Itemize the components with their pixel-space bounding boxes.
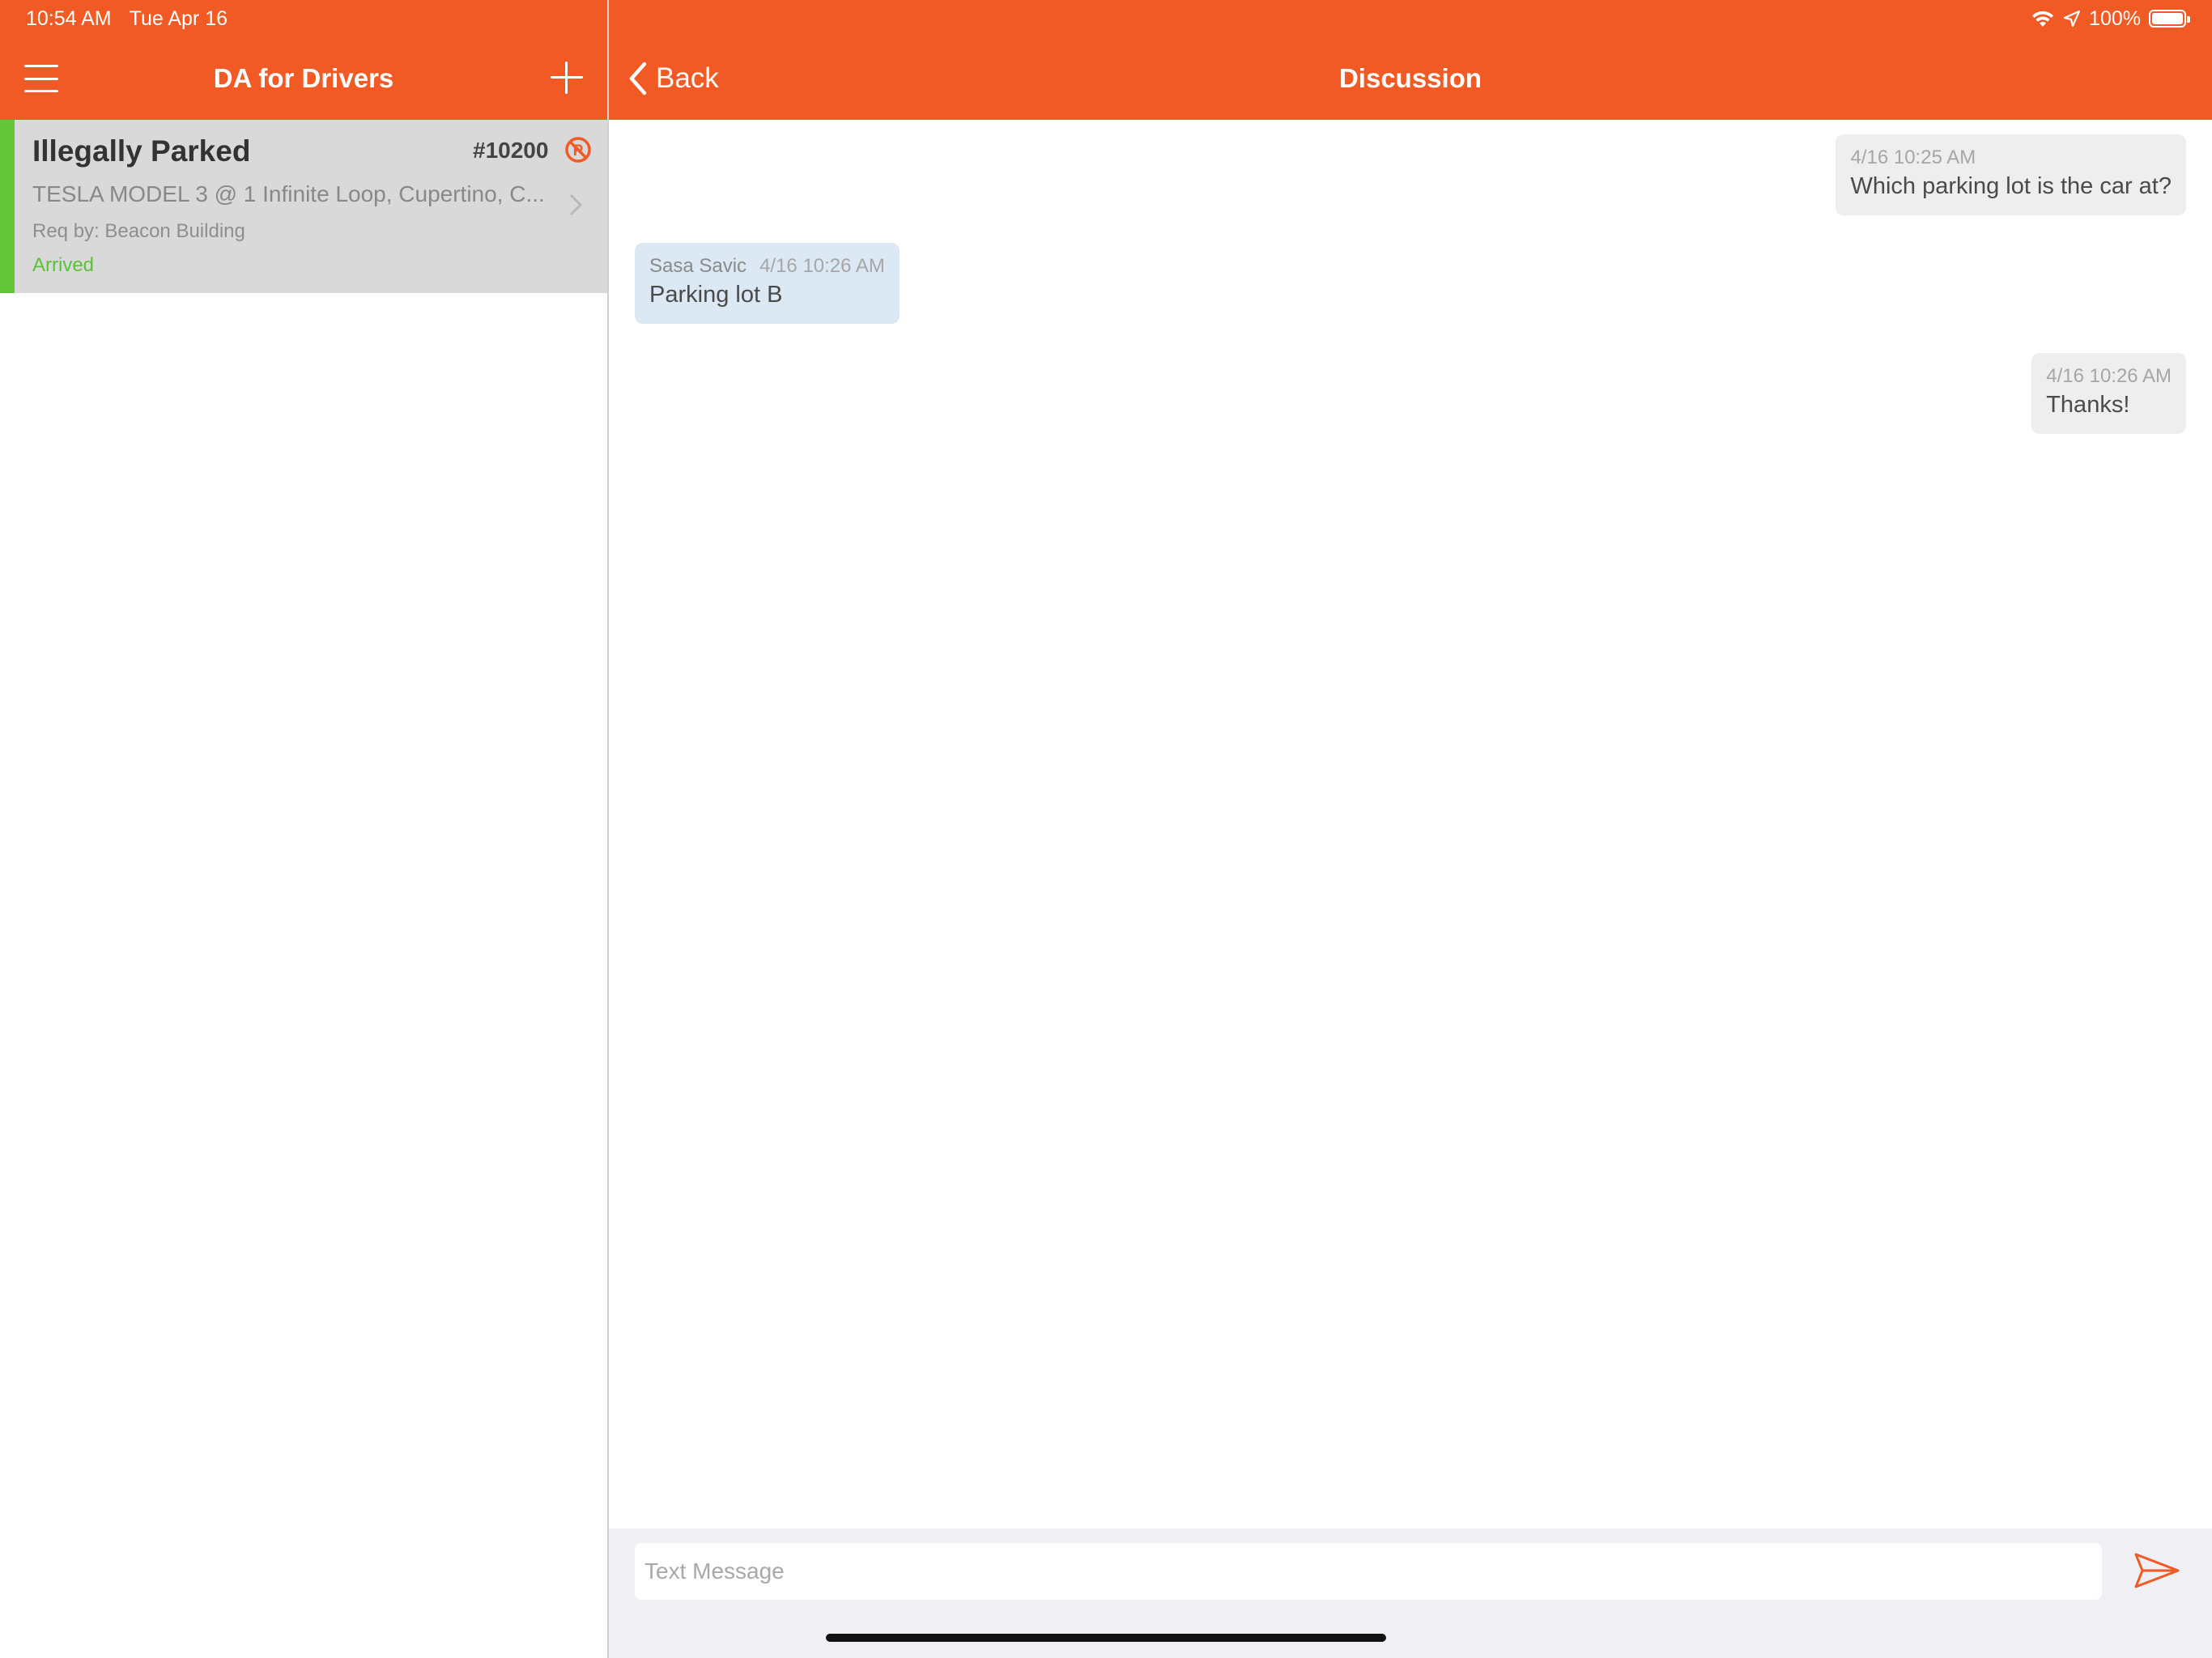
master-title: DA for Drivers xyxy=(213,63,394,93)
add-job-button[interactable] xyxy=(551,62,583,94)
message-meta: Sasa Savic 4/16 10:26 AM xyxy=(649,254,885,278)
status-bar-left: 10:54 AM Tue Apr 16 xyxy=(26,6,228,31)
job-title: Illegally Parked xyxy=(32,134,251,168)
battery-icon xyxy=(2149,10,2190,28)
job-description: TESLA MODEL 3 @ 1 Infinite Loop, Cuperti… xyxy=(32,181,545,206)
message-bubble-outgoing: 4/16 10:25 AM Which parking lot is the c… xyxy=(1836,134,2186,215)
message-bubble-incoming: Sasa Savic 4/16 10:26 AM Parking lot B xyxy=(635,243,900,324)
job-requested-by: Req by: Beacon Building xyxy=(32,220,245,242)
message-sender: Sasa Savic xyxy=(649,255,747,277)
message-input[interactable] xyxy=(635,1543,2102,1600)
send-icon xyxy=(2134,1553,2180,1588)
detail-title: Discussion xyxy=(1338,63,1482,93)
send-button[interactable] xyxy=(2131,1545,2183,1596)
message-text: Which parking lot is the car at? xyxy=(1850,173,2172,199)
message-text: Parking lot B xyxy=(649,282,783,308)
wifi-icon xyxy=(2032,11,2054,27)
status-accent-bar xyxy=(0,120,15,293)
home-indicator[interactable] xyxy=(826,1634,1386,1642)
job-number: #10200 xyxy=(473,138,549,163)
status-time: 10:54 AM xyxy=(26,7,112,30)
chevron-right-icon xyxy=(570,194,582,215)
battery-percent: 100% xyxy=(2089,7,2141,30)
location-arrow-icon xyxy=(2063,10,2081,28)
master-nav-bar: DA for Drivers xyxy=(0,40,607,120)
message-timestamp: 4/16 10:26 AM xyxy=(2046,365,2172,387)
chat-thread: 4/16 10:25 AM Which parking lot is the c… xyxy=(609,120,2212,1528)
detail-nav-bar: Back Discussion xyxy=(609,40,2212,120)
no-parking-icon: P xyxy=(565,137,591,163)
message-timestamp: 4/16 10:25 AM xyxy=(1850,147,1976,168)
message-text: Thanks! xyxy=(2046,392,2130,418)
status-date: Tue Apr 16 xyxy=(129,7,228,30)
job-status: Arrived xyxy=(32,254,95,276)
job-list: Illegally Parked #10200 P TESLA MODEL 3 … xyxy=(0,120,607,1658)
message-timestamp: 4/16 10:26 AM xyxy=(759,255,885,277)
status-bar-right: 100% xyxy=(2031,6,2190,31)
job-row[interactable]: Illegally Parked #10200 P TESLA MODEL 3 … xyxy=(0,120,607,293)
message-bubble-outgoing: 4/16 10:26 AM Thanks! xyxy=(2031,353,2186,434)
top-bar: 10:54 AM Tue Apr 16 100% DA for Drivers … xyxy=(0,0,2212,120)
